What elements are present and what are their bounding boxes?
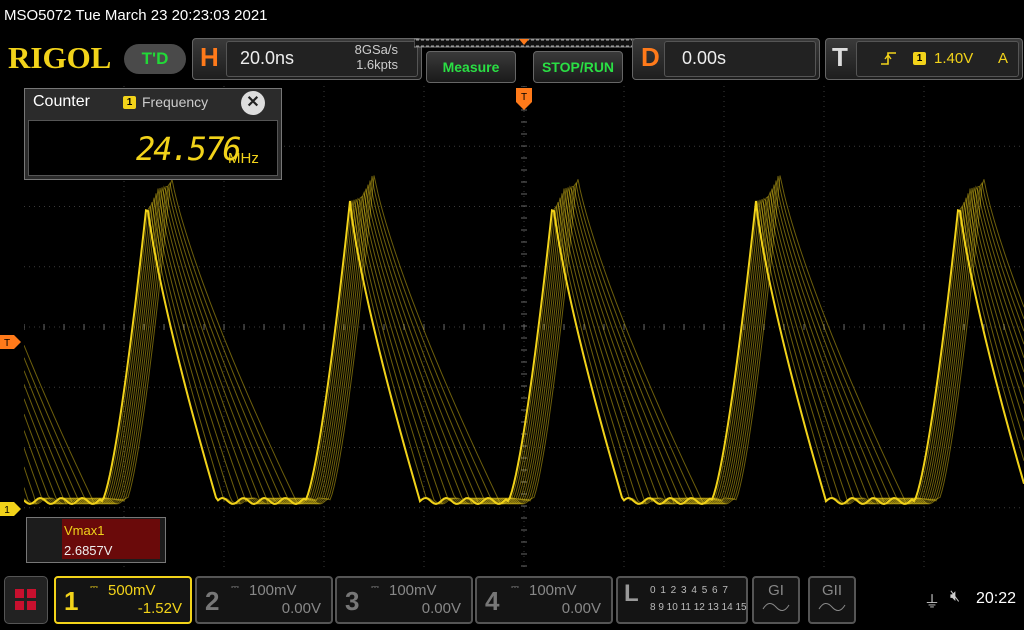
channel-4-number: 4 [485, 586, 500, 616]
measurement-label: Vmax1 [64, 523, 105, 538]
trigger-level-marker[interactable]: T [0, 335, 22, 349]
channel-2-scale: 100mV [249, 582, 297, 599]
counter-source-badge: 1 [123, 96, 136, 109]
clock: 20:22 [976, 590, 1017, 607]
sine-wave-icon [818, 603, 846, 611]
measurement-value: 2.6857V [64, 543, 113, 558]
channel-1-offset: -1.52V [137, 600, 182, 617]
horizontal-letter: H [200, 42, 219, 72]
channel-1-panel[interactable]: 1 ⎓ 500mV -1.52V [54, 576, 192, 624]
channel-1-number: 1 [64, 586, 79, 616]
channel-3-number: 3 [345, 586, 360, 616]
channel-1-scale: 500mV [108, 582, 156, 599]
measure-button[interactable]: Measure [426, 51, 516, 83]
channel-2-panel[interactable]: 2 ⎓ 100mV 0.00V [195, 576, 333, 624]
trigger-source-badge: 1 [913, 52, 926, 65]
dc-coupling-icon: ⎓ [511, 582, 519, 593]
counter-mode: Frequency [142, 94, 209, 110]
run-state-indicator[interactable]: T'D [124, 44, 186, 74]
sample-rate: 8GSa/s [354, 42, 398, 57]
delay-value: 0.00s [682, 48, 727, 68]
rising-edge-icon [881, 52, 896, 65]
timebase-value: 20.0ns [240, 48, 295, 68]
generator-1-button[interactable]: GI [752, 576, 800, 624]
logic-letter: L [624, 580, 639, 607]
counter-unit: MHz [228, 150, 259, 167]
channel-4-scale: 100mV [529, 582, 577, 599]
device-title: MSO5072 Tue March 23 20:23:03 2021 [4, 7, 268, 24]
trigger-marker-label: T [4, 338, 10, 349]
main-menu-button[interactable] [4, 576, 48, 624]
channel-4-offset: 0.00V [561, 600, 601, 617]
generator-1-label: GI [768, 582, 784, 599]
dc-coupling-icon: ⎓ [371, 582, 379, 593]
memory-depth: 1.6kpts [356, 57, 398, 72]
generator-2-button[interactable]: GII [808, 576, 856, 624]
brand-logo: RIGOL [8, 40, 112, 75]
trigger-level: 1.40V [934, 50, 974, 67]
ch1-marker-label: 1 [4, 505, 10, 516]
close-icon[interactable]: ✕ [241, 91, 265, 115]
channel-4-panel[interactable]: 4 ⎓ 100mV 0.00V [475, 576, 613, 624]
trigger-position-label: T [521, 92, 527, 103]
channel-3-scale: 100mV [389, 582, 437, 599]
logic-channels-row2: 8 9 10 11 12 13 14 15 [650, 602, 747, 613]
channel-2-offset: 0.00V [281, 600, 321, 617]
dc-coupling-icon: ⎓ [90, 582, 98, 593]
stop-run-button[interactable]: STOP/RUN [533, 51, 623, 83]
counter-title: Counter [33, 93, 90, 110]
channel-3-offset: 0.00V [421, 600, 461, 617]
menu-grid-icon [15, 589, 36, 610]
delay-letter: D [641, 42, 660, 72]
memory-position-strip [414, 38, 634, 48]
ch1-offset-marker[interactable]: 1 [0, 502, 22, 516]
generator-2-label: GII [821, 582, 842, 599]
dc-coupling-icon: ⎓ [231, 582, 239, 593]
ch1-trace [24, 175, 1024, 506]
trigger-position-marker[interactable]: T [516, 88, 532, 110]
mute-icon[interactable]: 🔇︎ [950, 588, 960, 606]
counter-value: 24.576 [136, 130, 242, 168]
channel-3-panel[interactable]: 3 ⎓ 100mV 0.00V [335, 576, 473, 624]
trigger-letter: T [832, 42, 848, 72]
channel-2-number: 2 [205, 586, 220, 616]
logic-channels-row1: 0 1 2 3 4 5 6 7 [650, 585, 729, 596]
trigger-mode: A [998, 50, 1009, 67]
sine-wave-icon [762, 603, 790, 611]
usb-icon: ⏚ [924, 594, 941, 611]
